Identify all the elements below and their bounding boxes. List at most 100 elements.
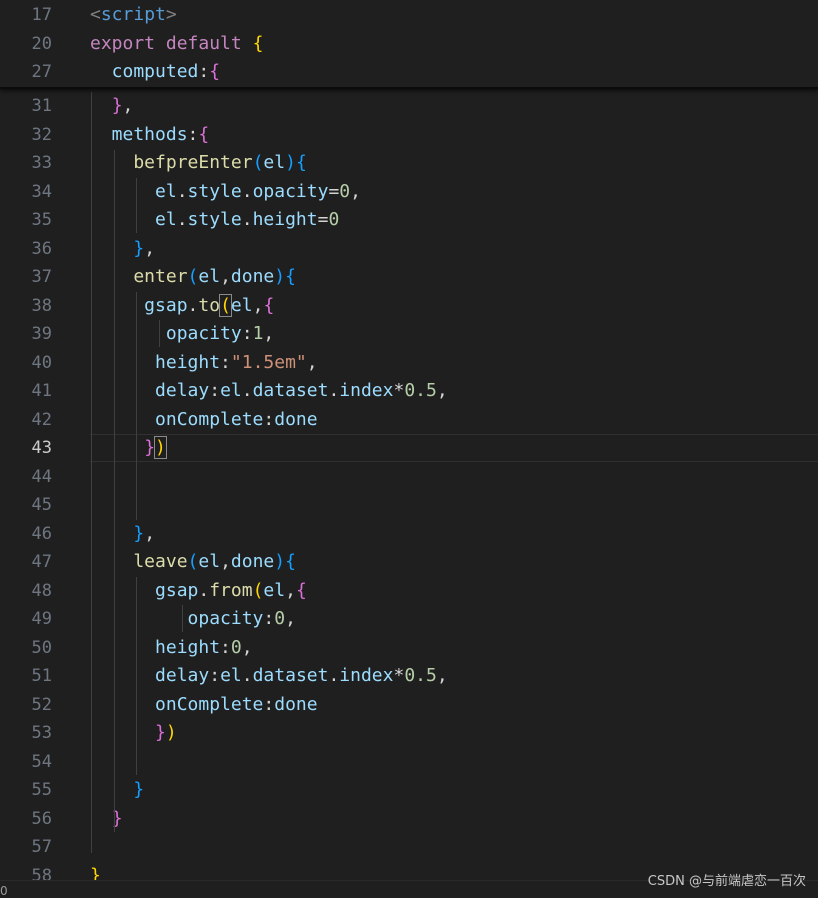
code-line[interactable]: 52 onComplete:done <box>0 691 818 720</box>
code-token: default <box>165 32 242 54</box>
code-token: ( <box>219 293 232 317</box>
line-code[interactable]: }) <box>90 434 167 463</box>
code-line[interactable]: 43 }) <box>0 434 818 463</box>
line-code[interactable]: methods:{ <box>90 121 210 150</box>
code-token: opacity <box>90 608 264 629</box>
code-token: : <box>263 693 275 715</box>
code-line[interactable]: 20 export default { <box>0 30 818 59</box>
code-line[interactable]: 34 el.style.opacity=0, <box>0 178 818 207</box>
code-line[interactable]: 49 opacity:0, <box>0 605 818 634</box>
line-number: 37 <box>31 267 52 287</box>
code-token: , <box>220 266 231 287</box>
code-token: : <box>209 665 221 686</box>
code-token: ) <box>165 722 177 743</box>
line-code[interactable]: el.style.opacity=0, <box>90 178 361 207</box>
sticky-scroll-header[interactable]: 17 <script> 20 export default {27 computed:… <box>0 0 818 89</box>
code-token: el <box>263 579 286 601</box>
code-token: onComplete <box>90 408 264 430</box>
code-line[interactable]: 40 height:"1.5em", <box>0 349 818 378</box>
code-line[interactable]: 50 height:0, <box>0 634 818 663</box>
code-editor[interactable]: 17 <script> 20 export default {27 computed:… <box>0 0 818 898</box>
line-number: 43 <box>31 438 52 458</box>
line-code[interactable]: opacity:1, <box>90 320 274 349</box>
code-line[interactable]: 55 } <box>0 776 818 805</box>
code-line[interactable]: 54 <box>0 748 818 777</box>
code-line[interactable]: 42 onComplete:done <box>0 406 818 435</box>
code-line[interactable]: 51 delay:el.dataset.index*0.5, <box>0 662 818 691</box>
code-token: : <box>263 608 275 629</box>
code-token: 0 <box>274 608 286 629</box>
code-line[interactable]: 38 gsap.to(el,{ <box>0 292 818 321</box>
code-token: dataset <box>252 380 329 401</box>
code-line[interactable]: 32 methods:{ <box>0 121 818 150</box>
code-line[interactable]: 53 }) <box>0 719 818 748</box>
code-token: ) <box>274 266 286 287</box>
code-token: , <box>144 237 156 259</box>
line-code[interactable]: delay:el.dataset.index*0.5, <box>90 377 448 406</box>
code-line[interactable]: 27 computed:{ <box>0 58 818 87</box>
code-token: : <box>241 323 253 344</box>
line-code[interactable]: }, <box>90 92 134 121</box>
code-token: } <box>155 722 166 743</box>
line-code[interactable]: gsap.from(el,{ <box>90 577 307 606</box>
line-code[interactable]: } <box>90 805 123 834</box>
code-line[interactable]: 35 el.style.height=0 <box>0 206 818 235</box>
code-line[interactable]: 47 leave(el,done){ <box>0 548 818 577</box>
code-token: el <box>198 551 221 572</box>
code-token: ( <box>252 152 264 173</box>
line-code[interactable]: enter(el,done){ <box>90 263 296 292</box>
line-code[interactable]: }, <box>90 520 155 549</box>
line-code[interactable]: el.style.height=0 <box>90 206 339 235</box>
line-code[interactable]: onComplete:done <box>90 406 318 435</box>
code-line[interactable]: 48 gsap.from(el,{ <box>0 577 818 606</box>
code-token: 0.5 <box>404 380 437 401</box>
line-code[interactable]: } <box>90 776 144 805</box>
line-code[interactable]: opacity:0, <box>90 605 296 634</box>
code-line[interactable]: 39 opacity:1, <box>0 320 818 349</box>
line-number: 51 <box>31 666 52 686</box>
code-token: ( <box>187 266 199 287</box>
line-number: 52 <box>31 694 52 715</box>
code-line[interactable]: 56 } <box>0 805 818 834</box>
line-number: 54 <box>31 751 52 772</box>
line-code[interactable]: export default { <box>90 30 263 59</box>
code-line[interactable]: 46 }, <box>0 520 818 549</box>
line-code[interactable]: befpreEnter(el){ <box>90 149 306 178</box>
line-code[interactable]: onComplete:done <box>90 691 318 720</box>
line-code[interactable]: }, <box>90 235 155 264</box>
code-token: = <box>328 180 340 202</box>
line-code[interactable]: leave(el,done){ <box>90 548 296 577</box>
code-line[interactable]: 41 delay:el.dataset.index*0.5, <box>0 377 818 406</box>
code-line[interactable]: 33 befpreEnter(el){ <box>0 149 818 178</box>
code-token: ) <box>154 436 167 459</box>
code-line[interactable]: 37 enter(el,done){ <box>0 263 818 292</box>
code-line[interactable]: 36 }, <box>0 235 818 264</box>
code-line[interactable]: 31 }, <box>0 92 818 121</box>
code-token: to <box>198 294 221 316</box>
code-token: ( <box>187 551 199 572</box>
code-line[interactable]: 44 <box>0 463 818 492</box>
line-code[interactable]: <script> <box>90 1 177 30</box>
code-line[interactable]: 57 <box>0 833 818 862</box>
code-token: } <box>144 437 156 458</box>
code-token: ) <box>274 551 286 572</box>
code-token: leave <box>90 551 188 572</box>
code-token: : <box>263 408 275 430</box>
code-token: height <box>252 209 318 230</box>
code-token: . <box>241 380 253 401</box>
code-token: computed <box>90 61 199 82</box>
line-code[interactable]: gsap.to(el,{ <box>90 292 274 321</box>
code-line[interactable]: 45 <box>0 491 818 520</box>
code-line[interactable]: 17 <script> <box>0 1 818 30</box>
code-token: height <box>90 636 221 658</box>
code-token: done <box>274 693 318 715</box>
line-number: 45 <box>31 495 52 515</box>
line-code[interactable]: }) <box>90 719 177 748</box>
code-token: opacity <box>90 323 242 344</box>
line-code[interactable]: height:"1.5em", <box>90 349 318 378</box>
code-token: el <box>220 380 242 401</box>
line-code[interactable]: delay:el.dataset.index*0.5, <box>90 662 448 691</box>
line-number: 35 <box>31 210 52 230</box>
line-code[interactable]: computed:{ <box>90 58 220 87</box>
line-number: 27 <box>31 62 52 82</box>
